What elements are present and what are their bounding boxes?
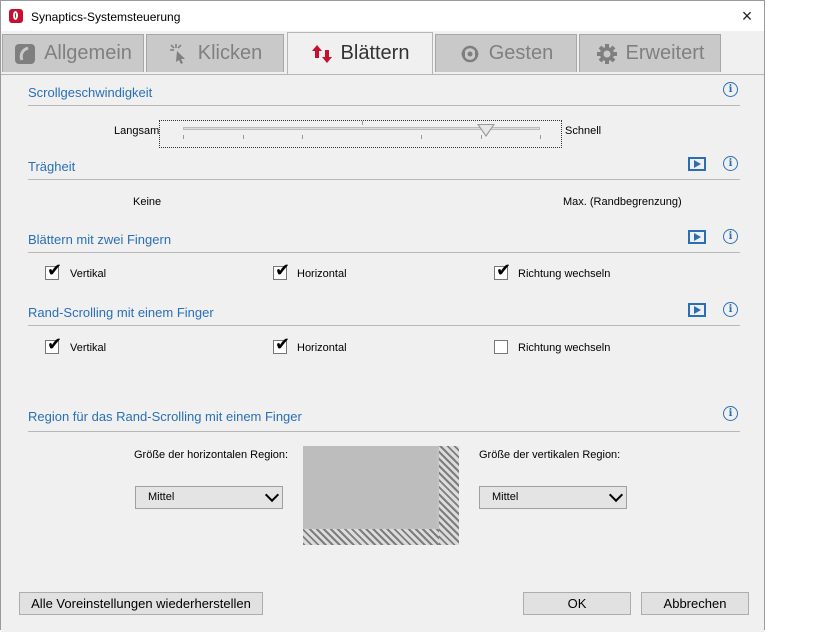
two-finger-reverse-checkbox[interactable]: ✔	[494, 261, 511, 280]
tab-label: Erweitert	[625, 42, 705, 64]
tab-label: Blättern	[340, 42, 410, 64]
window-title: Synaptics-Systemsteuerung	[31, 10, 181, 24]
checkmark-icon: ✔	[496, 260, 512, 280]
edge-horizontal-label: Horizontal	[297, 342, 347, 354]
section-divider	[28, 431, 740, 432]
edge-reverse-checkbox[interactable]	[494, 340, 508, 354]
gear-icon	[596, 43, 618, 65]
section-title-edge-scroll: Rand-Scrolling mit einem Finger	[28, 305, 214, 320]
tab-label: Klicken	[197, 42, 263, 64]
slider-tick	[243, 135, 244, 139]
video-demo-icon[interactable]	[688, 303, 706, 317]
slider-tick	[183, 135, 184, 139]
synaptics-window: Synaptics-Systemsteuerung × Allgemein Kl…	[0, 0, 765, 632]
slider-tick	[362, 121, 363, 125]
edge-reverse-label: Richtung wechseln	[518, 342, 611, 354]
two-finger-vertical-label: Vertikal	[70, 268, 107, 280]
info-icon[interactable]: i	[723, 406, 738, 421]
inertia-min-label: Keine	[133, 196, 162, 208]
checkmark-icon: ✔	[47, 334, 63, 354]
slider-tick	[421, 135, 422, 139]
edge-vertical-checkbox[interactable]: ✔	[45, 335, 62, 354]
horizontal-region-label: Größe der horizontalen Region:	[134, 449, 289, 461]
tab-allgemein[interactable]: Allgemein	[2, 34, 144, 72]
info-icon[interactable]: i	[723, 229, 738, 244]
slider-tick	[302, 135, 303, 139]
vertical-scroll-region	[439, 446, 459, 545]
two-finger-vertical-checkbox[interactable]: ✔	[45, 261, 62, 280]
info-icon[interactable]: i	[723, 82, 738, 97]
horizontal-region-value: Mittel	[148, 491, 175, 503]
section-divider	[28, 179, 740, 180]
video-demo-icon[interactable]	[688, 157, 706, 171]
slider-max-label: Schnell	[565, 125, 602, 137]
horizontal-region-select[interactable]: Mittel	[135, 486, 283, 509]
restore-defaults-button[interactable]: Alle Voreinstellungen wiederherstellen	[19, 592, 263, 615]
two-finger-reverse-label: Richtung wechseln	[518, 268, 611, 280]
section-title-region: Region für das Rand-Scrolling mit einem …	[28, 409, 302, 424]
edge-vertical-label: Vertikal	[70, 342, 107, 354]
touchpad-icon	[14, 43, 36, 65]
gesture-icon	[459, 43, 481, 65]
scroll-arrows-icon	[311, 43, 333, 65]
synaptics-app-icon	[9, 9, 23, 23]
checkmark-icon: ✔	[47, 260, 63, 280]
section-divider	[28, 105, 740, 106]
two-finger-horizontal-label: Horizontal	[297, 268, 347, 280]
section-title-two-finger: Blättern mit zwei Fingern	[28, 232, 172, 247]
info-icon[interactable]: i	[723, 156, 738, 171]
tab-label: Allgemein	[44, 42, 132, 64]
inertia-max-label: Max. (Randbegrenzung)	[563, 196, 682, 208]
tab-klicken[interactable]: Klicken	[146, 34, 284, 72]
ok-button[interactable]: OK	[523, 592, 631, 615]
title-bar: Synaptics-Systemsteuerung ×	[1, 1, 764, 31]
video-demo-icon[interactable]	[688, 230, 706, 244]
tab-content-blaettern	[1, 74, 764, 632]
tab-label: Gesten	[488, 42, 554, 64]
section-title-scroll-speed: Scrollgeschwindigkeit	[28, 85, 153, 100]
section-divider	[28, 252, 740, 253]
vertical-region-select[interactable]: Mittel	[479, 486, 627, 509]
chevron-down-icon	[608, 487, 624, 503]
scroll-speed-slider-thumb[interactable]	[477, 124, 496, 137]
tab-blaettern[interactable]: Blättern	[287, 32, 433, 74]
two-finger-horizontal-checkbox[interactable]: ✔	[273, 261, 290, 280]
tab-erweitert[interactable]: Erweitert	[579, 34, 721, 72]
slider-min-label: Langsam	[114, 125, 160, 137]
section-divider	[28, 325, 740, 326]
cancel-button[interactable]: Abbrechen	[641, 592, 749, 615]
tab-gesten[interactable]: Gesten	[435, 34, 577, 72]
vertical-region-label: Größe der vertikalen Region:	[479, 449, 621, 461]
close-button[interactable]: ×	[730, 1, 764, 31]
section-title-inertia: Trägheit	[28, 159, 76, 174]
click-icon	[168, 43, 190, 65]
tab-bar: Allgemein Klicken Blättern Gesten Erweit…	[1, 32, 764, 74]
slider-tick	[540, 135, 541, 139]
vertical-region-value: Mittel	[492, 491, 519, 503]
checkmark-icon: ✔	[275, 334, 291, 354]
touchpad-surface	[303, 446, 437, 528]
scroll-speed-slider-focus[interactable]	[159, 120, 562, 148]
horizontal-scroll-region	[303, 529, 439, 545]
chevron-down-icon	[264, 487, 280, 503]
edge-horizontal-checkbox[interactable]: ✔	[273, 335, 290, 354]
touchpad-region-preview	[303, 446, 459, 545]
checkmark-icon: ✔	[275, 260, 291, 280]
info-icon[interactable]: i	[723, 302, 738, 317]
